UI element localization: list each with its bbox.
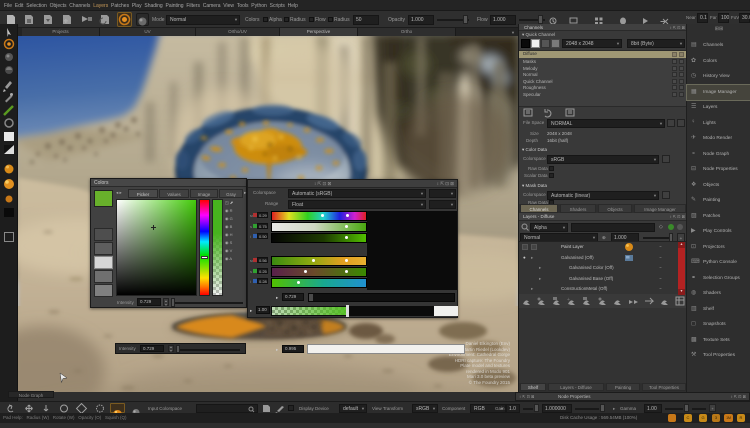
svg-text:+: + (567, 297, 570, 303)
svg-text:+: + (64, 19, 68, 25)
